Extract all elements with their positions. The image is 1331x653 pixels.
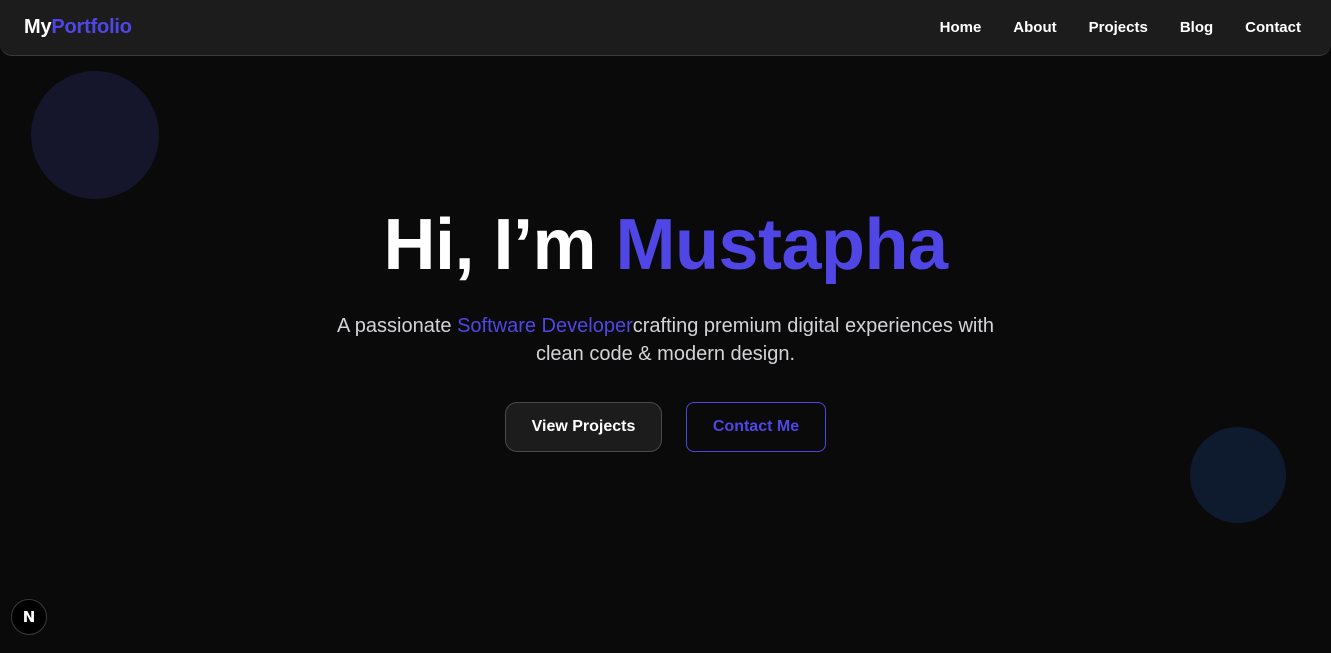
navbar: MyPortfolio Home About Projects Blog Con…	[0, 0, 1331, 56]
logo-text-my: My	[24, 16, 52, 38]
site-logo[interactable]: MyPortfolio	[24, 16, 132, 39]
hero-title-greeting: Hi, I’m	[383, 205, 616, 285]
hero-buttons: View Projects Contact Me	[0, 402, 1331, 452]
nav-link-blog[interactable]: Blog	[1180, 19, 1213, 36]
nav-link-home[interactable]: Home	[940, 19, 982, 36]
nav-links: Home About Projects Blog Contact	[908, 19, 1301, 36]
view-projects-button[interactable]: View Projects	[505, 402, 662, 452]
nav-link-about[interactable]: About	[1013, 19, 1056, 36]
hero-title-name: Mustapha	[615, 205, 949, 285]
hero-subtitle-role: Software Developer	[457, 315, 633, 337]
nextjs-dev-indicator-button[interactable]: N	[11, 599, 47, 635]
nav-link-projects[interactable]: Projects	[1089, 19, 1148, 36]
logo-text-portfolio: Portfolio	[51, 16, 132, 38]
hero-subtitle: A passionate Software Developercrafting …	[326, 312, 1006, 368]
nextjs-logo-icon: N	[22, 608, 36, 626]
hero-subtitle-start: A passionate	[336, 315, 458, 337]
decorative-circle-top-left	[31, 71, 159, 199]
hero-section: Hi, I’m Mustapha A passionate Software D…	[0, 200, 1331, 452]
nav-link-contact[interactable]: Contact	[1245, 19, 1301, 36]
page: MyPortfolio Home About Projects Blog Con…	[0, 0, 1331, 653]
hero-title: Hi, I’m Mustapha	[0, 200, 1331, 290]
contact-me-button[interactable]: Contact Me	[686, 402, 826, 452]
